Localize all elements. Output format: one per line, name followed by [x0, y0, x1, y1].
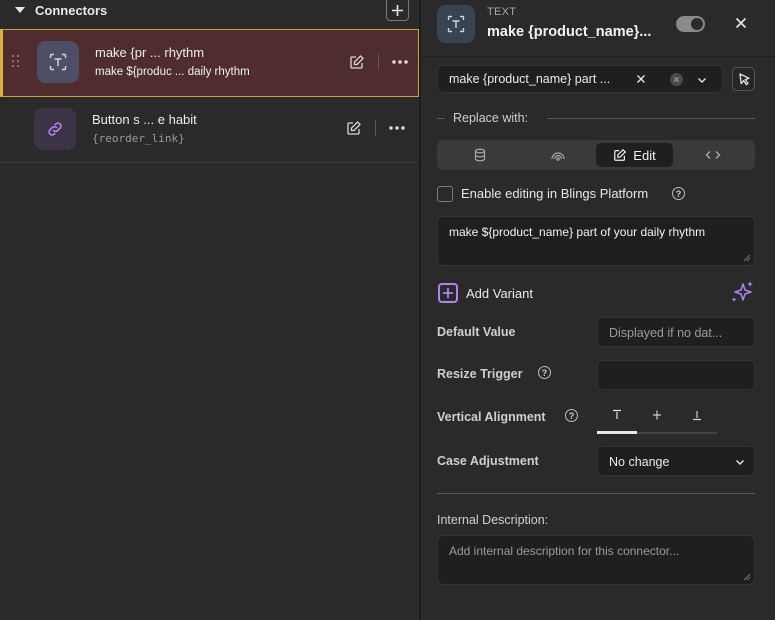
- code-icon: [705, 151, 721, 159]
- replace-with-label: Replace with:: [453, 111, 529, 125]
- close-icon[interactable]: [733, 15, 749, 31]
- ai-sparkle-icon[interactable]: [729, 280, 755, 306]
- connector-subtitle: {reorder_link}: [92, 132, 185, 145]
- connector-name: make {pr ... rhythm: [95, 45, 205, 60]
- connector-title: make {product_name}...: [487, 24, 652, 40]
- row-divider: [378, 54, 379, 70]
- text-frame-icon: [437, 5, 475, 43]
- resize-trigger-label: Resize Trigger: [437, 367, 523, 381]
- link-icon: [34, 108, 76, 150]
- internal-description-placeholder: Add internal description for this connec…: [449, 544, 680, 558]
- collapse-caret-icon[interactable]: [15, 7, 25, 13]
- default-value-label: Default Value: [437, 325, 516, 339]
- vertical-alignment-group: [597, 404, 717, 434]
- case-adjustment-value: No change: [609, 455, 670, 469]
- connector-row-text[interactable]: make {pr ... rhythm make ${produc ... da…: [0, 29, 419, 97]
- replace-divider-right: [547, 118, 755, 119]
- more-options-icon[interactable]: [391, 54, 409, 70]
- alignment-active-indicator: [597, 431, 637, 434]
- database-icon: [474, 148, 486, 162]
- connectors-title: Connectors: [35, 3, 108, 18]
- layer-select-value: make {product_name} part ...: [449, 72, 611, 86]
- replace-mode-tabs: Edit: [437, 140, 755, 170]
- add-connector-button[interactable]: [386, 0, 409, 21]
- tab-live-data[interactable]: [518, 143, 598, 167]
- help-icon[interactable]: ?: [538, 366, 551, 379]
- element-picker-button[interactable]: [732, 67, 755, 91]
- resize-grip-icon[interactable]: [743, 573, 751, 581]
- help-icon[interactable]: ?: [565, 409, 578, 422]
- align-bottom-button[interactable]: [677, 404, 717, 434]
- section-divider: [437, 493, 755, 494]
- broadcast-icon: [551, 152, 565, 161]
- default-value-input[interactable]: Displayed if no dat...: [597, 317, 755, 347]
- chevron-down-icon[interactable]: [696, 74, 708, 86]
- internal-description-label: Internal Description:: [437, 513, 549, 527]
- align-bottom-icon: [693, 411, 701, 421]
- text-frame-icon: [37, 41, 79, 83]
- text-value: make ${product_name} part of your daily …: [449, 225, 706, 239]
- connectors-panel: Connectors make {pr ... rhythm make ${pr…: [0, 0, 419, 620]
- connectors-header[interactable]: Connectors: [0, 0, 419, 22]
- connector-subtitle: make ${produc ... daily rhythm: [95, 66, 250, 78]
- connector-row-link[interactable]: Button s ... e habit {reorder_link}: [0, 97, 419, 163]
- case-adjustment-select[interactable]: No change: [597, 446, 755, 476]
- connector-details-panel: TEXT make {product_name}... make {produc…: [421, 0, 775, 620]
- tab-code[interactable]: [673, 143, 753, 167]
- resize-trigger-input[interactable]: [597, 360, 755, 390]
- vertical-alignment-label: Vertical Alignment: [437, 410, 546, 424]
- case-adjustment-label: Case Adjustment: [437, 454, 539, 468]
- internal-description-input[interactable]: Add internal description for this connec…: [437, 535, 755, 585]
- chevron-down-icon: [736, 460, 744, 465]
- edit-icon: [614, 148, 627, 161]
- remove-tag-icon[interactable]: [635, 73, 647, 85]
- row-divider: [375, 120, 376, 136]
- tab-edit-label: Edit: [633, 147, 656, 163]
- plus-icon: [392, 4, 403, 16]
- header-divider: [421, 56, 775, 57]
- cursor-pointer-icon: [739, 73, 750, 86]
- align-top-button[interactable]: [597, 404, 637, 434]
- layer-select[interactable]: make {product_name} part ...: [437, 65, 723, 93]
- default-value-placeholder: Displayed if no dat...: [609, 326, 723, 340]
- replace-divider-left: [437, 118, 445, 119]
- connector-type-label: TEXT: [487, 6, 517, 18]
- enable-editing-label: Enable editing in Blings Platform: [461, 186, 649, 201]
- add-variant-button[interactable]: Add Variant: [466, 286, 533, 301]
- text-value-field[interactable]: make ${product_name} part of your daily …: [437, 216, 755, 266]
- enable-toggle[interactable]: [676, 16, 705, 32]
- align-middle-button[interactable]: [637, 404, 677, 434]
- drag-handle-icon[interactable]: [12, 55, 20, 69]
- align-top-icon: [613, 409, 621, 419]
- edit-icon[interactable]: [349, 54, 365, 70]
- more-options-icon[interactable]: [388, 120, 406, 136]
- add-variant-icon[interactable]: [438, 283, 458, 303]
- enable-editing-checkbox[interactable]: [437, 186, 453, 202]
- edit-icon[interactable]: [346, 120, 362, 136]
- align-middle-icon: [653, 410, 661, 420]
- tab-data-source[interactable]: [440, 143, 520, 167]
- resize-grip-icon[interactable]: [743, 254, 751, 262]
- connector-name: Button s ... e habit: [92, 112, 197, 127]
- clear-selection-icon[interactable]: [670, 73, 683, 86]
- help-icon[interactable]: ?: [672, 187, 685, 200]
- tab-edit[interactable]: Edit: [596, 143, 673, 167]
